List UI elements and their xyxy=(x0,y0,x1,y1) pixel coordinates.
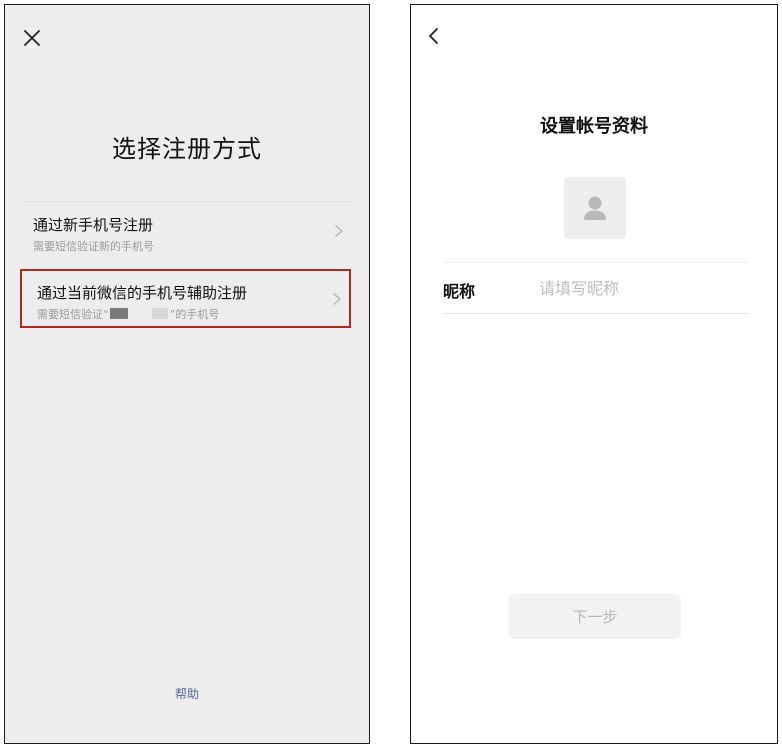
chevron-left-icon[interactable] xyxy=(425,25,443,47)
person-icon xyxy=(584,196,606,220)
option-title: 通过当前微信的手机号辅助注册 xyxy=(37,284,248,302)
redacted-block xyxy=(151,308,168,319)
chevron-right-icon xyxy=(333,223,345,239)
avatar-upload[interactable] xyxy=(564,177,626,239)
subtitle-prefix: 需要短信验证“ xyxy=(37,308,109,321)
nickname-label: 昵称 xyxy=(443,282,476,301)
subtitle-suffix: ”的手机号 xyxy=(169,308,220,321)
nickname-row: 昵称 xyxy=(443,262,749,314)
register-method-screen: 选择注册方式 通过新手机号注册 需要短信验证新的手机号 通过当前微信的手机号辅助… xyxy=(4,4,370,744)
option-subtitle: 需要短信验证新的手机号 xyxy=(33,240,154,253)
option-subtitle: 需要短信验证“ ”的手机号 xyxy=(37,306,219,322)
page-title: 设置帐号资料 xyxy=(540,116,648,137)
page-title: 选择注册方式 xyxy=(112,135,262,163)
chevron-right-icon xyxy=(331,291,343,307)
register-assist-option[interactable]: 通过当前微信的手机号辅助注册 需要短信验证“ ”的手机号 xyxy=(20,269,351,328)
option-title: 通过新手机号注册 xyxy=(33,216,154,234)
next-button[interactable]: 下一步 xyxy=(509,594,681,639)
register-new-phone-option[interactable]: 通过新手机号注册 需要短信验证新的手机号 xyxy=(23,201,351,259)
account-profile-screen: 设置帐号资料 昵称 下一步 xyxy=(410,4,778,744)
help-link[interactable]: 帮助 xyxy=(5,685,369,702)
redacted-block xyxy=(109,308,128,319)
nickname-input[interactable] xyxy=(539,274,739,302)
close-icon[interactable] xyxy=(19,25,45,51)
